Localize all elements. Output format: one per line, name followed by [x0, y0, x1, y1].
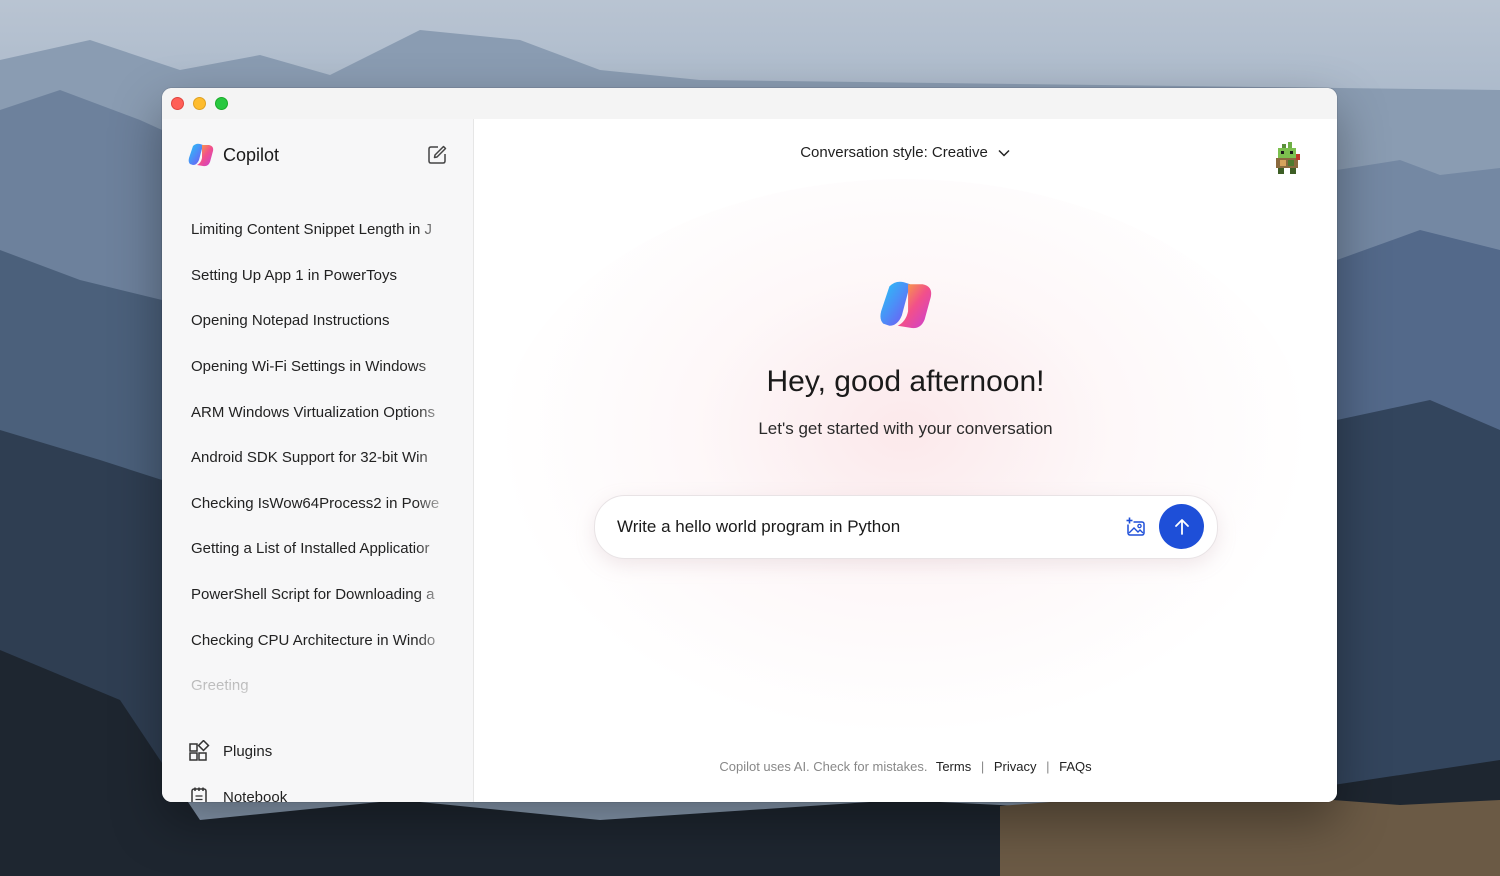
history-item[interactable]: Limiting Content Snippet Length in J	[162, 207, 451, 253]
plugins-link[interactable]: Plugins	[188, 738, 272, 764]
composer	[594, 495, 1218, 559]
conversation-style-label: Conversation style: Creative	[800, 144, 988, 161]
greeting-heading: Hey, good afternoon!	[474, 365, 1337, 399]
copilot-logo-icon	[187, 141, 215, 169]
history-item[interactable]: Checking CPU Architecture in Windo	[162, 617, 451, 663]
notebook-icon	[188, 786, 210, 802]
zoom-window-button[interactable]	[215, 97, 228, 110]
conversation-style-picker: Conversation style: Creative	[474, 144, 1337, 161]
history-item[interactable]: Opening Wi-Fi Settings in Windows	[162, 344, 451, 390]
notebook-link[interactable]: Notebook	[188, 784, 287, 802]
disclaimer-text: Copilot uses AI. Check for mistakes.	[719, 759, 927, 774]
send-button[interactable]	[1159, 504, 1204, 549]
history-item[interactable]: Getting a List of Installed Applicatior	[162, 526, 451, 572]
brand: Copilot	[187, 141, 279, 169]
notebook-label: Notebook	[223, 789, 287, 803]
footer-separator: |	[981, 759, 984, 774]
chevron-down-icon	[997, 146, 1011, 160]
chat-history-list: Limiting Content Snippet Length in J Set…	[162, 207, 473, 709]
compose-icon[interactable]	[426, 144, 448, 166]
terms-link[interactable]: Terms	[936, 759, 971, 774]
greeting-subtitle: Let's get started with your conversation	[474, 419, 1337, 439]
sidebar: Copilot Limiting Content Snippet Length …	[162, 119, 474, 802]
history-item[interactable]: Android SDK Support for 32-bit Win	[162, 435, 451, 481]
minimize-window-button[interactable]	[193, 97, 206, 110]
title-bar	[162, 88, 1337, 119]
arrow-up-icon	[1172, 517, 1192, 537]
main-panel: Conversation style: Creative Hey, good a…	[474, 119, 1337, 802]
history-fade	[162, 679, 473, 719]
conversation-style-dropdown[interactable]: Conversation style: Creative	[800, 144, 1011, 161]
brand-name: Copilot	[223, 145, 279, 166]
faqs-link[interactable]: FAQs	[1059, 759, 1092, 774]
copilot-window: Copilot Limiting Content Snippet Length …	[162, 88, 1337, 802]
plugins-label: Plugins	[223, 743, 272, 760]
privacy-link[interactable]: Privacy	[994, 759, 1037, 774]
avatar[interactable]	[1272, 142, 1302, 176]
message-input[interactable]	[617, 496, 1097, 558]
history-item[interactable]: Checking IsWow64Process2 in Powe	[162, 481, 451, 527]
history-item[interactable]: ARM Windows Virtualization Options	[162, 389, 451, 435]
close-window-button[interactable]	[171, 97, 184, 110]
add-image-icon[interactable]	[1125, 516, 1147, 538]
background-glow	[494, 179, 1314, 739]
history-item[interactable]: PowerShell Script for Downloading a	[162, 572, 451, 618]
copilot-hero-logo-icon	[877, 276, 935, 334]
history-item[interactable]: Opening Notepad Instructions	[162, 298, 451, 344]
plugins-icon	[188, 740, 210, 762]
footer-separator: |	[1046, 759, 1049, 774]
history-item[interactable]: Setting Up App 1 in PowerToys	[162, 253, 451, 299]
footer: Copilot uses AI. Check for mistakes. Ter…	[474, 759, 1337, 774]
